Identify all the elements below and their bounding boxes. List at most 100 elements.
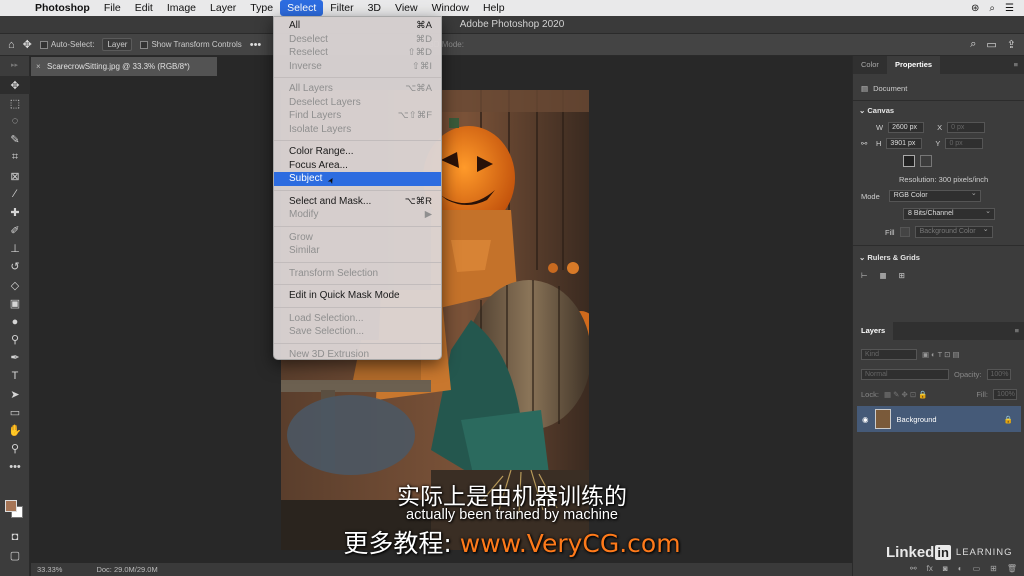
- menu-item-color-range[interactable]: Color Range...: [274, 145, 441, 159]
- brush-tool-icon[interactable]: ✐: [0, 222, 30, 240]
- menu-layer[interactable]: Layer: [203, 0, 243, 16]
- healing-brush-tool-icon[interactable]: ✚: [0, 203, 30, 221]
- move-tool-icon[interactable]: ✥: [23, 38, 32, 51]
- menu-item-modify[interactable]: Modify ▶: [274, 208, 441, 222]
- layer-lock-icon[interactable]: 🔒: [1004, 415, 1021, 424]
- menu-help[interactable]: Help: [476, 0, 512, 16]
- more-tools-icon[interactable]: •••: [0, 458, 30, 476]
- menu-item-save-selection[interactable]: Save Selection...: [274, 325, 441, 339]
- zoom-level[interactable]: 33.33%: [37, 565, 62, 574]
- menu-3d[interactable]: 3D: [361, 0, 388, 16]
- fx-icon[interactable]: fx: [927, 564, 933, 573]
- canvas-section-title[interactable]: ⌄ Canvas: [853, 103, 1024, 119]
- panel-grip[interactable]: ▸▸: [0, 56, 29, 76]
- menu-item-all[interactable]: All ⌘A: [274, 19, 441, 33]
- opacity-field[interactable]: 100%: [986, 368, 1011, 380]
- landscape-orientation-icon[interactable]: [920, 155, 932, 167]
- gradient-tool-icon[interactable]: ▣: [0, 294, 30, 312]
- workspace-icon[interactable]: ▭: [986, 38, 996, 51]
- marquee-tool-icon[interactable]: ⬚: [0, 94, 30, 112]
- menu-item-isolate-layers[interactable]: Isolate Layers: [274, 123, 441, 137]
- share-icon[interactable]: ⇪: [1007, 38, 1016, 51]
- history-brush-tool-icon[interactable]: ↺: [0, 258, 30, 276]
- menu-item-inverse[interactable]: Inverse ⇧⌘I: [274, 60, 441, 74]
- guides-icon[interactable]: ⊞: [899, 271, 905, 280]
- pen-tool-icon[interactable]: ✒: [0, 349, 30, 367]
- width-field[interactable]: 2600 px: [888, 121, 925, 133]
- lasso-tool-icon[interactable]: ◌: [0, 112, 30, 130]
- eyedropper-tool-icon[interactable]: ⁄: [0, 185, 30, 203]
- layers-menu-icon[interactable]: ≡: [1015, 322, 1024, 340]
- adjustment-icon[interactable]: ◐: [958, 564, 963, 573]
- menu-file[interactable]: File: [97, 0, 128, 16]
- new-layer-icon[interactable]: ⊞: [990, 564, 997, 573]
- clone-stamp-tool-icon[interactable]: ⊥: [0, 240, 30, 258]
- creative-cloud-icon[interactable]: ⊛: [971, 3, 979, 14]
- show-transform-checkbox[interactable]: Show Transform Controls: [140, 40, 242, 49]
- rectangle-tool-icon[interactable]: ▭: [0, 403, 30, 421]
- grid-icon[interactable]: ▦: [880, 271, 887, 280]
- panel-menu-icon[interactable]: ≡: [1014, 56, 1024, 74]
- menu-item-deselect-layers[interactable]: Deselect Layers: [274, 96, 441, 110]
- zoom-tool-icon[interactable]: ⚲: [0, 440, 30, 458]
- frame-tool-icon[interactable]: ⊠: [0, 167, 30, 185]
- menu-item-select-and-mask[interactable]: Select and Mask... ⌥⌘R: [274, 195, 441, 209]
- x-field[interactable]: 0 px: [947, 121, 986, 133]
- menu-item-edit-in-quick-mask-mode[interactable]: Edit in Quick Mask Mode: [274, 289, 441, 303]
- menu-select[interactable]: Select: [280, 0, 324, 16]
- document-tab[interactable]: × ScarecrowSitting.jpg @ 33.3% (RGB/8*): [31, 57, 217, 76]
- move-tool-icon[interactable]: ✥: [0, 76, 30, 95]
- search-icon[interactable]: ⌕: [989, 3, 995, 14]
- rulers-section-title[interactable]: ⌄ Rulers & Grids: [853, 250, 1024, 266]
- menu-item-new-3d-extrusion[interactable]: New 3D Extrusion: [274, 348, 441, 362]
- quick-selection-tool-icon[interactable]: ✎: [0, 131, 30, 149]
- menu-item-transform-selection[interactable]: Transform Selection: [274, 267, 441, 281]
- menu-item-similar[interactable]: Similar: [274, 244, 441, 258]
- menu-view[interactable]: View: [388, 0, 425, 16]
- y-field[interactable]: 0 px: [945, 137, 984, 149]
- blur-tool-icon[interactable]: ●: [0, 312, 30, 330]
- tab-layers[interactable]: Layers: [853, 322, 894, 340]
- type-tool-icon[interactable]: T: [0, 367, 30, 385]
- dodge-tool-icon[interactable]: ⚲: [0, 331, 30, 349]
- layer-background[interactable]: ◉ Background 🔒: [857, 406, 1021, 432]
- menu-filter[interactable]: Filter: [323, 0, 360, 16]
- portrait-orientation-icon[interactable]: [903, 155, 915, 167]
- fill-dropdown[interactable]: Background Color: [914, 225, 993, 238]
- menu-window[interactable]: Window: [425, 0, 476, 16]
- hand-tool-icon[interactable]: ✋: [0, 422, 30, 440]
- menu-item-grow[interactable]: Grow: [274, 231, 441, 245]
- menu-item-load-selection[interactable]: Load Selection...: [274, 312, 441, 326]
- menu-item-focus-area[interactable]: Focus Area...: [274, 159, 441, 173]
- kind-filter[interactable]: Kind: [861, 348, 917, 360]
- trash-icon[interactable]: 🗑: [1007, 564, 1017, 573]
- menu-type[interactable]: Type: [243, 0, 280, 16]
- bits-dropdown[interactable]: 8 Bits/Channel: [903, 207, 995, 220]
- mask-icon[interactable]: ◙: [943, 564, 948, 573]
- eraser-tool-icon[interactable]: ◇: [0, 276, 30, 294]
- menu-item-subject[interactable]: Subject ➤: [274, 172, 441, 186]
- control-center-icon[interactable]: ☰: [1005, 3, 1014, 14]
- menu-item-all-layers[interactable]: All Layers ⌥⌘A: [274, 82, 441, 96]
- height-field[interactable]: 3901 px: [886, 137, 923, 149]
- close-tab-icon[interactable]: ×: [36, 57, 41, 76]
- group-icon[interactable]: ▭: [973, 564, 981, 573]
- fill-swatch[interactable]: [899, 227, 910, 237]
- more-options-icon[interactable]: •••: [250, 39, 262, 51]
- home-icon[interactable]: ⌂: [8, 39, 15, 51]
- layer-fill-field[interactable]: 100%: [993, 388, 1017, 400]
- auto-select-checkbox[interactable]: Auto-Select:: [39, 40, 94, 49]
- crop-tool-icon[interactable]: ⌗: [0, 149, 30, 167]
- menu-item-reselect[interactable]: Reselect ⇧⌘D: [274, 46, 441, 60]
- auto-select-dropdown[interactable]: Layer: [102, 38, 133, 51]
- search-icon[interactable]: ⌕: [970, 38, 976, 51]
- path-selection-tool-icon[interactable]: ➤: [0, 385, 30, 403]
- filter-icons[interactable]: ▣ ◐ T ⊡ ▤: [922, 350, 960, 359]
- blend-mode-dropdown[interactable]: Normal: [861, 368, 949, 380]
- tab-color[interactable]: Color: [853, 56, 887, 74]
- tab-properties[interactable]: Properties: [886, 56, 941, 74]
- link-layers-icon[interactable]: ⚯: [910, 564, 917, 573]
- mode-dropdown[interactable]: RGB Color: [888, 189, 981, 202]
- menu-photoshop[interactable]: Photoshop: [28, 0, 97, 16]
- visibility-eye-icon[interactable]: ◉: [862, 415, 869, 424]
